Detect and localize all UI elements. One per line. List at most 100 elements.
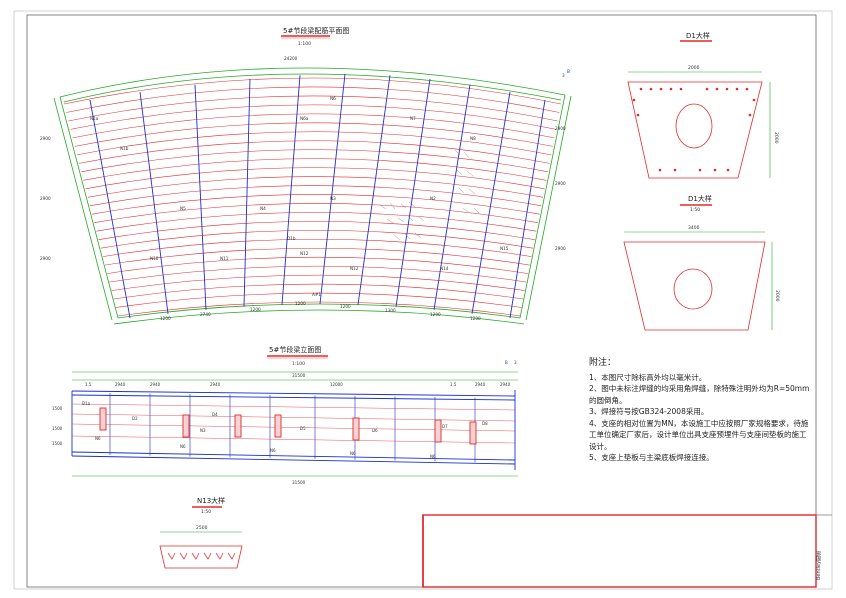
side-stamp-text: Bentley图纸 bbox=[816, 550, 822, 580]
rebar-arc bbox=[96, 212, 537, 232]
svg-text:N12: N12 bbox=[350, 266, 359, 271]
svg-text:D5: D5 bbox=[300, 426, 306, 431]
svg-text:N5: N5 bbox=[180, 206, 186, 211]
radial-stiffener bbox=[395, 78, 431, 307]
svg-text:1200: 1200 bbox=[160, 316, 171, 321]
svg-text:D1a: D1a bbox=[82, 401, 91, 406]
svg-text:N6a: N6a bbox=[300, 116, 309, 121]
svg-text:N15: N15 bbox=[500, 246, 509, 251]
rebar-arc bbox=[94, 203, 539, 223]
svg-text:1200: 1200 bbox=[430, 312, 441, 317]
plan-scale: 1:100 bbox=[298, 41, 311, 47]
rebar-arc bbox=[76, 131, 552, 156]
svg-text:N7: N7 bbox=[410, 116, 416, 121]
svg-text:2940: 2940 bbox=[475, 382, 486, 387]
svg-text:N14: N14 bbox=[440, 266, 449, 271]
radial-stiffener bbox=[433, 84, 471, 310]
plan-rebar-arcs bbox=[63, 77, 562, 317]
rebar-arc bbox=[111, 274, 525, 291]
svg-text:2900: 2900 bbox=[40, 196, 51, 201]
svg-text:D1b: D1b bbox=[287, 236, 296, 241]
d1-lower-title: D1大样 bbox=[688, 194, 712, 203]
svg-text:1200: 1200 bbox=[340, 304, 351, 309]
svg-text:2900: 2900 bbox=[40, 136, 51, 141]
svg-text:N1b: N1b bbox=[120, 146, 129, 151]
n13-scale: 1:50 bbox=[201, 509, 211, 515]
svg-text:3: 3 bbox=[562, 73, 565, 78]
note-item-1: 1、本图尺寸除标高外均以毫米计。 bbox=[589, 372, 707, 382]
plan-outline bbox=[53, 67, 572, 325]
svg-text:N6: N6 bbox=[330, 96, 336, 101]
svg-text:2900: 2900 bbox=[40, 256, 51, 261]
rebar-arc bbox=[107, 256, 529, 274]
drawing-sheet: 24200 1200 2740 1200 1200 1200 1300 1200 1200… bbox=[13, 10, 833, 590]
d1-upper-detail: D1大样 2000 2000 bbox=[627, 31, 779, 179]
d1-lower-height: 2000 bbox=[774, 290, 780, 302]
svg-text:1200: 1200 bbox=[250, 307, 261, 312]
svg-text:N4: N4 bbox=[260, 206, 266, 211]
radial-stiffener bbox=[243, 78, 251, 307]
plan-top-dim: 24200 bbox=[284, 56, 298, 61]
svg-text:N1a: N1a bbox=[90, 116, 99, 121]
svg-text:1200: 1200 bbox=[295, 301, 306, 306]
radial-stiffener bbox=[194, 84, 207, 310]
rebar-arc bbox=[104, 248, 530, 266]
svg-text:N3: N3 bbox=[330, 196, 336, 201]
note-item-3: 3、焊接符号按GB324-2008采用。 bbox=[589, 407, 709, 416]
svg-text:D8: D8 bbox=[482, 421, 488, 426]
elevation-view: 5#节段梁立面图 1:100 31500 31500 1.5 2940 2940 2… bbox=[52, 345, 518, 485]
d1-lower-width: 3400 bbox=[688, 225, 700, 231]
note-item-4: 4、支座的相对位置为MN，本设施工中应按照厂家规格要求，待施工单位确定厂家后，设… bbox=[589, 418, 809, 451]
elevation-scale: 1:100 bbox=[292, 361, 305, 367]
svg-text:1500: 1500 bbox=[52, 426, 63, 431]
n13-width: 2500 bbox=[196, 525, 208, 531]
rebar-arc bbox=[83, 158, 547, 181]
svg-text:D2: D2 bbox=[132, 416, 138, 421]
title-block bbox=[422, 514, 817, 588]
elevation-title: 5#节段梁立面图 bbox=[269, 345, 321, 354]
notes-heading: 附注： bbox=[589, 358, 617, 368]
svg-text:A#1: A#1 bbox=[312, 292, 321, 297]
d1-upper-width: 2000 bbox=[688, 65, 700, 71]
radial-stiffener bbox=[319, 73, 346, 305]
svg-text:1500: 1500 bbox=[52, 441, 63, 446]
elev-top-dim: 31500 bbox=[292, 373, 306, 378]
svg-text:N6: N6 bbox=[95, 436, 101, 441]
notes-block: 附注： 1、本图尺寸除标高外均以毫米计。 2、图中未标注焊缝的均采用角焊缝，除特… bbox=[589, 358, 811, 464]
rebar-arc bbox=[81, 149, 548, 173]
svg-text:N6: N6 bbox=[430, 454, 436, 459]
svg-text:2740: 2740 bbox=[200, 312, 211, 317]
svg-text:2900: 2900 bbox=[555, 181, 566, 186]
svg-text:1300: 1300 bbox=[385, 308, 396, 313]
rebar-arc bbox=[63, 77, 562, 105]
svg-text:3: 3 bbox=[514, 360, 517, 365]
svg-text:N2: N2 bbox=[430, 196, 436, 201]
radial-stiffener bbox=[357, 75, 391, 305]
svg-text:2940: 2940 bbox=[500, 382, 511, 387]
d1-lower-detail: D1大样 1:50 3400 2000 bbox=[623, 194, 780, 331]
note-item-5: 5、支座上垫板与主梁底板焊接连接。 bbox=[589, 453, 714, 462]
svg-text:N12: N12 bbox=[300, 251, 309, 256]
svg-text:N6: N6 bbox=[270, 448, 276, 453]
svg-text:D7: D7 bbox=[442, 424, 448, 429]
svg-text:N6: N6 bbox=[180, 444, 186, 449]
radial-stiffener bbox=[139, 91, 169, 314]
svg-text:N10: N10 bbox=[150, 256, 159, 261]
svg-text:2940: 2940 bbox=[115, 382, 126, 387]
svg-text:N11: N11 bbox=[220, 256, 229, 261]
rebar-arc bbox=[92, 194, 540, 215]
elev-bottom-dim: 31500 bbox=[292, 480, 306, 485]
n13-detail: N13大样 1:50 2500 bbox=[159, 496, 243, 569]
plan-view: 24200 1200 2740 1200 1200 1200 1300 1200 1200… bbox=[40, 26, 572, 325]
radial-stiffener bbox=[281, 75, 301, 305]
n13-title: N13大样 bbox=[197, 496, 225, 505]
svg-text:N8: N8 bbox=[470, 136, 476, 141]
svg-text:2940: 2940 bbox=[210, 382, 221, 387]
svg-text:2900: 2900 bbox=[555, 126, 566, 131]
svg-text:1200: 1200 bbox=[470, 316, 481, 321]
svg-text:1.5: 1.5 bbox=[85, 382, 92, 387]
d1-upper-height: 2000 bbox=[773, 132, 779, 144]
svg-text:N3: N3 bbox=[200, 428, 206, 433]
svg-text:1500: 1500 bbox=[52, 406, 63, 411]
note-item-2: 2、图中未标注焊缝的均采用角焊缝，除特殊注明外均为R=50mm的圆倒角。 bbox=[589, 384, 810, 405]
